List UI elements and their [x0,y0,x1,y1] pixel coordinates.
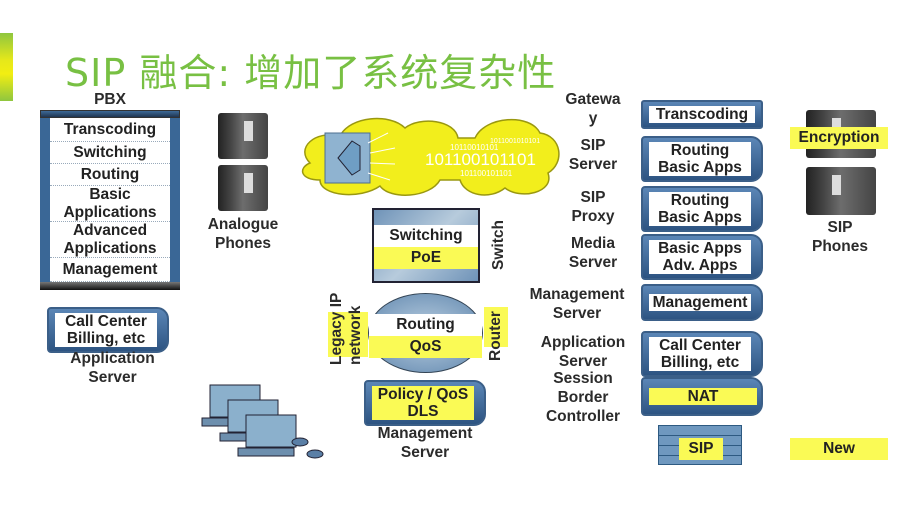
right-mgmt-server-box: Management [641,284,763,321]
right-app-server-box: Call Center Billing, etc [641,331,763,377]
pbx-row-basic-apps: Basic Applications [50,186,170,222]
ip-cloud: 101100101101 10110010101 1011001010101 1… [301,117,560,196]
left-app-server-line: Call Center [65,313,147,330]
pbx-rack-body: Transcoding Switching Routing Basic Appl… [40,118,180,282]
router-device: Routing QoS [368,293,483,373]
switch-row: Switching [374,225,478,247]
analogue-phones-label: Analogue Phones [207,216,279,252]
switch-label: Switch [490,220,507,271]
sip-phones-label: SIP Phones [812,219,868,255]
gateway-label: Gatewa y [565,91,621,127]
pbx-row-switching: Switching [50,142,170,164]
sbc-box: NAT [641,377,763,416]
pbx-row-advanced-apps: Advanced Applications [50,222,170,258]
pbx-bottom-cap [40,282,180,290]
right-app-server-label: Application Server [540,334,626,370]
pbx-rack: Transcoding Switching Routing Basic Appl… [40,110,180,290]
router-row: Routing [369,314,482,336]
router-label: Router [487,311,504,361]
sip-proxy-label: SIP Proxy [571,189,615,225]
sip-server-box: Routing Basic Apps [641,136,763,182]
gateway-box: Transcoding [641,100,763,129]
pbx-row-transcoding: Transcoding [50,118,170,142]
pbx-top-cap [40,110,180,118]
sip-server-label: SIP Server [568,137,618,173]
pbx-row-management: Management [50,258,170,282]
firewall-icon: SIP [658,425,742,465]
left-app-server-line: Billing, etc [66,330,146,347]
computers-icon [201,384,324,459]
binary-main: 101100101101 [425,150,536,169]
center-mgmt-server-label: Management Server [377,425,473,461]
left-app-server: Call Center Billing, etc [47,307,169,353]
switch-device: Switching PoE [372,208,480,283]
sip-proxy-box: Routing Basic Apps [641,186,763,232]
center-mgmt-server-box: Policy / QoS DLS [372,386,474,420]
switch-row-highlight: PoE [374,247,478,269]
media-server-label: Media Server [568,235,618,271]
pbx-label: PBX [94,91,126,108]
pbx-row-routing: Routing [50,164,170,186]
binary-small: 101100101101 [460,169,513,178]
accent-bar [0,33,13,101]
left-app-server-box: Call Center Billing, etc [55,313,157,347]
media-server-box: Basic Apps Adv. Apps [641,234,763,280]
encryption-badge: Encryption [790,127,888,149]
analogue-phone-icon [218,165,268,211]
analogue-phone-icon [218,113,268,159]
sbc-label: Session Border Controller [545,370,621,425]
sip-phone-icon [806,167,876,215]
center-mgmt-line: Policy / QoS [377,386,469,403]
center-mgmt-line: DLS [407,403,439,420]
router-row-highlight: QoS [369,336,482,358]
legacy-ip-label: Legacy IP network [328,287,368,365]
firewall-label: SIP [679,438,723,460]
right-mgmt-server-label: Management Server [529,286,625,322]
binary-small: 1011001010101 [490,138,540,145]
left-app-server-label: Application Server [70,350,155,386]
center-mgmt-server: Policy / QoS DLS [364,380,486,426]
page-title: SIP 融合: 增加了系统复杂性 [65,51,557,95]
legend-new: New [790,438,888,460]
